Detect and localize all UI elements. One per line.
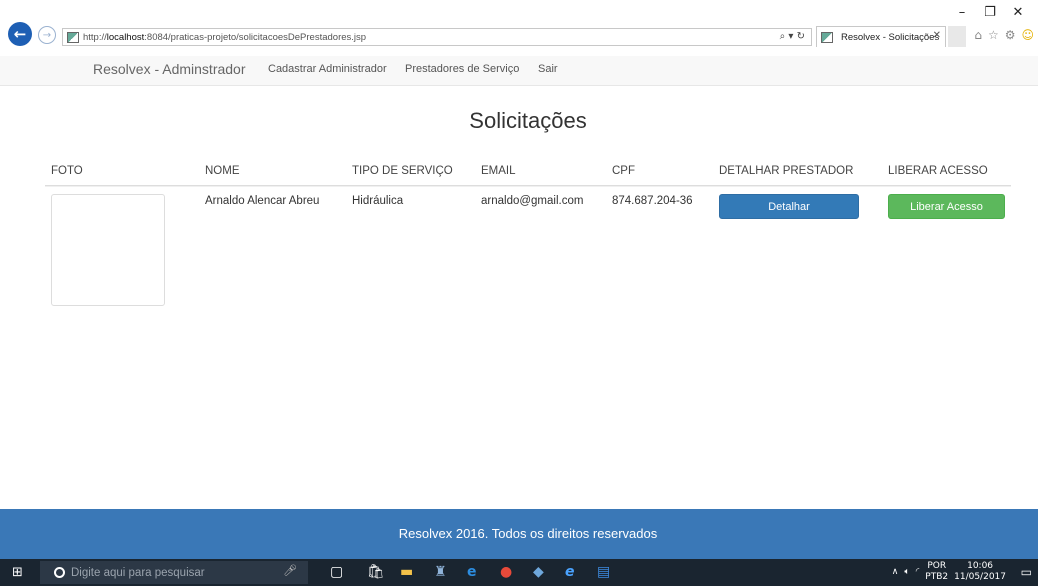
tab-close-icon[interactable]: ✕ (933, 30, 941, 41)
tab-favicon-icon (821, 31, 833, 43)
nav-link-sair[interactable]: Sair (538, 63, 558, 75)
page-title: Solicitações (469, 108, 587, 133)
column-header-tipo: TIPO DE SERVIÇO (352, 165, 453, 177)
minimize-button[interactable]: – (948, 2, 976, 22)
system-tray: ∧ 🔈︎ ◜ POR PTB2 10:06 11/05/2017 (892, 561, 1006, 583)
settings-gear-icon[interactable]: ⚙ (1005, 28, 1016, 42)
feedback-smiley-icon[interactable]: ☺ (1021, 28, 1034, 42)
taskbar-search-placeholder: Digite aqui para pesquisar (71, 566, 205, 579)
search-refresh-icons[interactable]: ⌕ ▾ ↻ (780, 31, 805, 42)
navbar-brand[interactable]: Resolvex - Adminstrador (93, 61, 246, 77)
chrome-icon[interactable]: ● (500, 564, 512, 580)
liberar-acesso-button[interactable]: Liberar Acesso (888, 194, 1005, 219)
internet-explorer-icon[interactable]: e (565, 564, 575, 580)
column-header-detalhar: DETALHAR PRESTADOR (719, 165, 854, 177)
windows-taskbar: ⊞ Digite aqui para pesquisar 🎤︎ ▢ 🛍︎ ▬ ♜… (0, 559, 1038, 586)
site-navbar: Resolvex - Adminstrador Cadastrar Admini… (0, 56, 1038, 86)
forward-arrow-icon[interactable]: → (38, 26, 56, 44)
column-header-nome: NOME (205, 165, 240, 177)
home-icon[interactable]: ⌂ (974, 28, 982, 42)
url-text: http://localhost:8084/praticas-projeto/s… (83, 31, 367, 43)
provider-photo (51, 194, 165, 306)
document-app-icon[interactable]: ▤ (597, 564, 610, 580)
solicitacoes-table: FOTO NOME TIPO DE SERVIÇO EMAIL CPF DETA… (45, 157, 1011, 336)
site-footer: Resolvex 2016. Todos os direitos reserva… (0, 509, 1038, 559)
close-button[interactable]: ✕ (1004, 2, 1032, 22)
microphone-icon[interactable]: 🎤︎ (283, 564, 297, 577)
window-controls: – ❐ ✕ (948, 2, 1032, 22)
notifications-icon[interactable]: ▭ (1021, 565, 1032, 579)
back-arrow-icon[interactable]: ← (8, 22, 32, 46)
column-header-foto: FOTO (51, 165, 83, 177)
store-icon[interactable]: 🛍︎ (367, 564, 385, 580)
column-header-cpf: CPF (612, 165, 635, 177)
language-indicator[interactable]: POR PTB2 (925, 561, 948, 583)
page-icon (67, 31, 79, 43)
column-header-email: EMAIL (481, 165, 516, 177)
browser-toolbar: ⌂ ☆ ⚙ ☺ (974, 28, 1034, 42)
cortana-circle-icon (54, 567, 65, 578)
cell-email: arnaldo@gmail.com (481, 195, 584, 207)
cell-cpf: 874.687.204-36 (612, 195, 693, 207)
browser-chrome: – ❐ ✕ ← → http://localhost:8084/praticas… (0, 0, 1038, 56)
nav-link-prestadores[interactable]: Prestadores de Serviço (405, 63, 519, 75)
browser-tab[interactable]: Resolvex - Solicitações ✕ (816, 26, 946, 47)
edge-icon[interactable]: e (467, 564, 477, 580)
virtualbox-icon[interactable]: ◆ (533, 564, 544, 580)
task-view-icon[interactable]: ▢ (330, 564, 343, 580)
table-row: Arnaldo Alencar Abreu Hidráulica arnaldo… (45, 186, 1011, 336)
taskbar-search[interactable]: Digite aqui para pesquisar (40, 561, 308, 584)
wifi-icon[interactable]: ◜ (916, 567, 920, 577)
show-hidden-icons-icon[interactable]: ∧ (892, 567, 899, 577)
windows-start-icon[interactable]: ⊞ (12, 565, 23, 580)
table-header: FOTO NOME TIPO DE SERVIÇO EMAIL CPF DETA… (45, 157, 1011, 186)
volume-icon[interactable]: 🔈︎ (904, 567, 909, 577)
cell-nome: Arnaldo Alencar Abreu (205, 195, 320, 207)
postgres-icon[interactable]: ♜ (434, 564, 447, 580)
clock[interactable]: 10:06 11/05/2017 (954, 561, 1006, 583)
column-header-liberar: LIBERAR ACESSO (888, 165, 988, 177)
footer-text: Resolvex 2016. Todos os direitos reserva… (398, 526, 658, 541)
file-explorer-icon[interactable]: ▬ (400, 564, 413, 580)
cell-tipo: Hidráulica (352, 195, 404, 207)
nav-link-cadastrar-administrador[interactable]: Cadastrar Administrador (268, 63, 387, 75)
restore-button[interactable]: ❐ (976, 2, 1004, 22)
detalhar-button[interactable]: Detalhar (719, 194, 859, 219)
tab-title: Resolvex - Solicitações (841, 31, 940, 43)
new-tab-button[interactable] (948, 26, 966, 47)
address-bar[interactable]: http://localhost:8084/praticas-projeto/s… (62, 28, 812, 46)
favorites-star-icon[interactable]: ☆ (988, 28, 999, 42)
